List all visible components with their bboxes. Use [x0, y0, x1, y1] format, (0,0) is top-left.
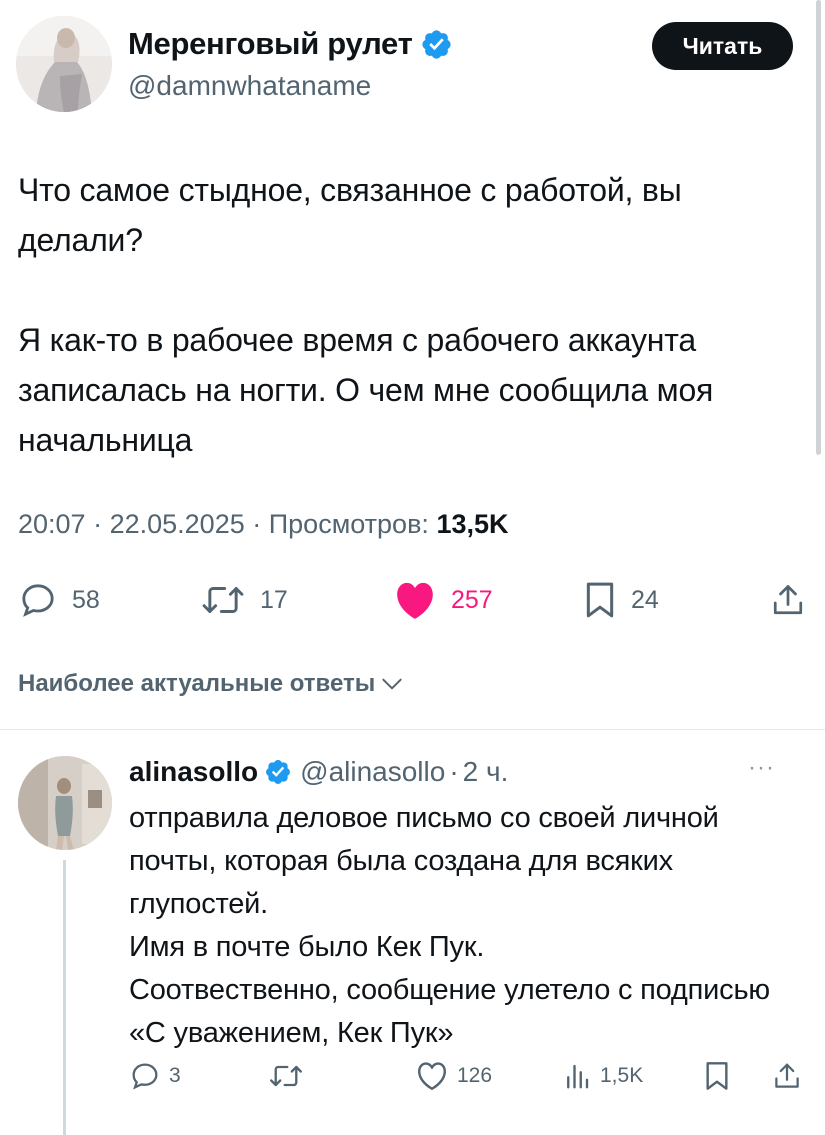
- bookmark-count: 24: [631, 585, 659, 614]
- reply-icon: [22, 584, 54, 617]
- verified-badge-icon: [422, 29, 452, 59]
- repost-button[interactable]: 17: [200, 580, 288, 620]
- verified-badge-icon: [266, 760, 291, 784]
- tweet-date[interactable]: 22.05.2025: [110, 509, 245, 539]
- tweet-text: Что самое стыдное, связанное с работой, …: [18, 172, 714, 458]
- meta-separator: ·: [449, 756, 459, 787]
- replies-sort-label: Наиболее актуальные ответы: [18, 670, 376, 697]
- repost-count: 17: [260, 585, 288, 614]
- section-divider: [0, 729, 825, 730]
- like-button[interactable]: 257: [393, 580, 493, 620]
- share-button[interactable]: [770, 580, 806, 620]
- reply-views-button[interactable]: 1,5K: [562, 1060, 643, 1092]
- reply-reply-button[interactable]: 3: [129, 1060, 181, 1092]
- scrollbar[interactable]: [816, 0, 821, 455]
- tweet-meta: 20:07 · 22.05.2025 · Просмотров: 13,5K: [18, 509, 509, 540]
- reply-icon: [132, 1063, 158, 1090]
- reply-reply-count: 3: [169, 1064, 181, 1087]
- share-icon: [773, 585, 803, 615]
- reply-views-count: 1,5K: [600, 1064, 644, 1087]
- reply-repost-button[interactable]: [268, 1060, 304, 1092]
- bookmark-button[interactable]: 24: [583, 580, 659, 620]
- chevron-down-icon: [382, 678, 402, 690]
- avatar-photo: [18, 756, 112, 850]
- reply-like-button[interactable]: 126: [415, 1060, 492, 1092]
- avatar-photo: [16, 16, 112, 112]
- author-handle[interactable]: @damnwhataname: [128, 70, 371, 102]
- author-name-text[interactable]: Меренговый рулет: [128, 26, 413, 62]
- reply-button[interactable]: 58: [18, 580, 100, 620]
- views-chart-icon: [567, 1064, 589, 1089]
- bookmark-icon: [706, 1062, 728, 1090]
- author-name[interactable]: Меренговый рулет: [128, 26, 453, 62]
- follow-button[interactable]: Читать: [652, 22, 793, 70]
- reply-bookmark-button[interactable]: [703, 1060, 731, 1092]
- reply-author-handle[interactable]: @alinasollo: [300, 756, 445, 788]
- like-count: 257: [451, 585, 493, 614]
- reply-header: alinasollo @alinasollo · 2 ч.: [129, 756, 508, 788]
- views-label: Просмотров:: [268, 509, 429, 539]
- reply-share-button[interactable]: [772, 1060, 802, 1092]
- thread-line: [63, 860, 66, 1135]
- repost-icon: [270, 1065, 302, 1087]
- reply-author-avatar[interactable]: [18, 756, 112, 850]
- bookmark-icon: [586, 582, 614, 618]
- repost-icon: [202, 587, 244, 613]
- meta-separator: ·: [252, 509, 269, 539]
- heart-icon: [418, 1062, 446, 1091]
- views-count: 13,5K: [436, 509, 509, 539]
- reply-like-count: 126: [457, 1064, 493, 1087]
- replies-sort-dropdown[interactable]: Наиболее актуальные ответы: [18, 670, 405, 698]
- more-options-icon[interactable]: ···: [748, 754, 775, 782]
- heart-filled-icon: [397, 582, 433, 619]
- meta-separator: ·: [93, 509, 110, 539]
- reply-age[interactable]: 2 ч.: [463, 756, 509, 788]
- reply-author-name[interactable]: alinasollo: [129, 756, 258, 788]
- reply-count: 58: [72, 585, 100, 614]
- tweet-time[interactable]: 20:07: [18, 509, 86, 539]
- author-avatar[interactable]: [16, 16, 112, 112]
- share-icon: [775, 1063, 799, 1088]
- reply-text: отправила деловое письмо со своей личной…: [129, 802, 770, 1049]
